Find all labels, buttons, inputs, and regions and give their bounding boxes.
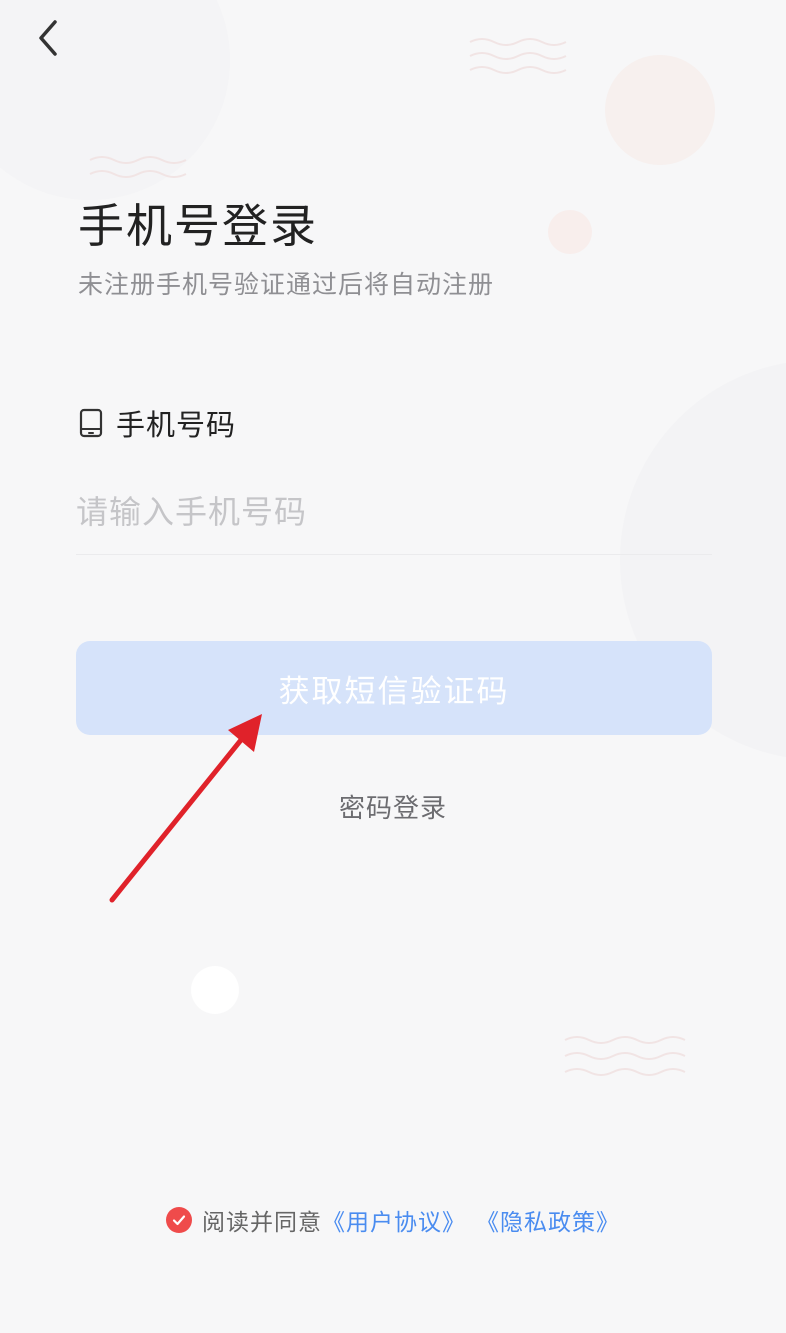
password-login-link[interactable]: 密码登录 [0,788,786,825]
get-sms-code-button[interactable]: 获取短信验证码 [76,641,712,735]
agreement-checkbox[interactable] [166,1207,192,1233]
input-underline [76,554,712,555]
user-agreement-link[interactable]: 《用户协议》 [322,1203,466,1237]
page-title: 手机号登录 [78,199,318,253]
chevron-left-icon [39,20,57,56]
checkmark-icon [172,1215,186,1226]
privacy-policy-link[interactable]: 《隐私政策》 [476,1203,620,1237]
mobile-phone-icon [79,408,103,438]
agreement-row: 阅读并同意 《用户协议》 《隐私政策》 [0,1203,786,1237]
page-subtitle: 未注册手机号验证通过后将自动注册 [78,270,495,299]
agreement-prefix: 阅读并同意 [202,1210,322,1236]
back-button[interactable] [26,16,70,60]
phone-label-text: 手机号码 [116,408,237,442]
phone-field-label: 手机号码 [78,402,236,444]
phone-input[interactable] [76,482,712,542]
